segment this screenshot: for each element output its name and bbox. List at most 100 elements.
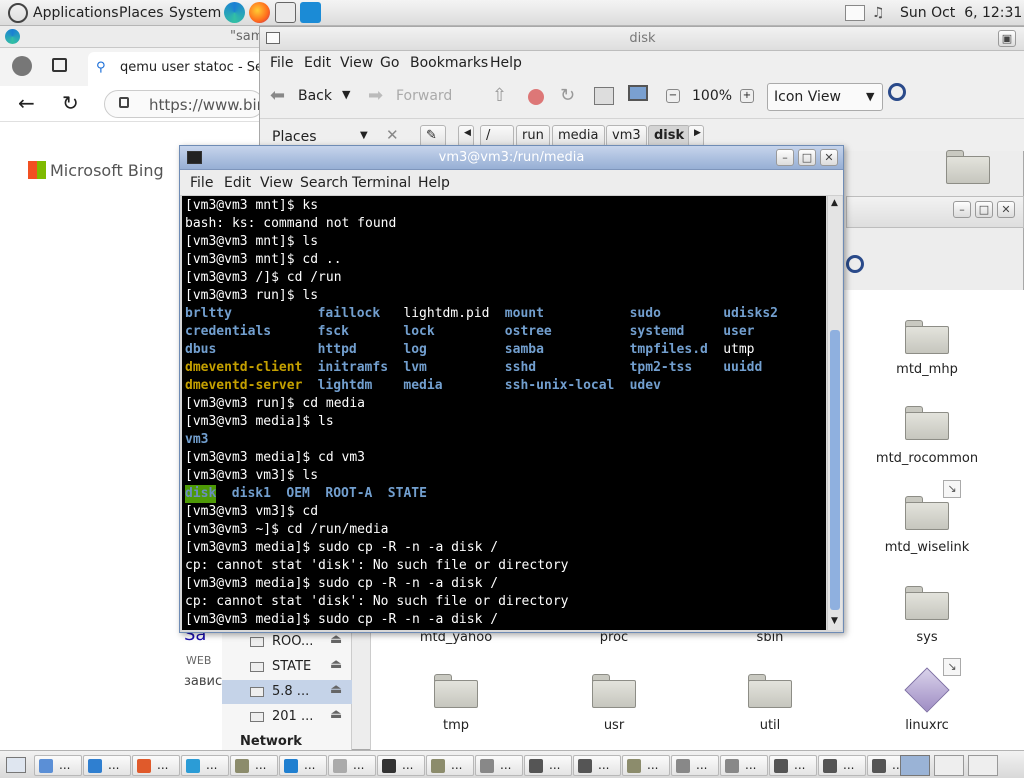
breadcrumb-right-arrow[interactable]: ▶ [688,125,704,147]
folder-label[interactable]: tmp [391,718,521,733]
scroll-down-icon[interactable]: ▼ [831,616,838,626]
terminal-titlebar[interactable]: vm3@vm3:/run/media – □ ✕ [180,146,843,170]
forward-button[interactable]: Forward [396,88,452,104]
show-desktop-icon[interactable] [6,757,26,773]
address-bar[interactable]: https://www.bin [104,90,266,118]
fm-menu-go[interactable]: Go [380,55,399,71]
workspace-switcher-3[interactable] [968,755,998,776]
taskbar-item[interactable]: ... [573,755,621,776]
taskbar-item[interactable]: ... [181,755,229,776]
view-mode-select[interactable]: Icon View ▼ [767,83,883,111]
folder-icon[interactable] [434,674,478,708]
breadcrumb-run[interactable]: run [516,125,550,147]
taskbar-item[interactable]: ... [377,755,425,776]
sidebar-item-root[interactable]: ROO... ⏏ [222,630,352,654]
sidebar-item-state[interactable]: STATE ⏏ [222,655,352,679]
terminal-menu-edit[interactable]: Edit [224,175,251,191]
breadcrumb-vm3[interactable]: vm3 [606,125,647,147]
terminal-menu-view[interactable]: View [260,175,293,191]
profile-icon[interactable] [12,56,32,76]
taskbar-item[interactable]: ... [230,755,278,776]
terminal-menu-terminal[interactable]: Terminal [352,175,411,191]
workspace-switcher-2[interactable] [934,755,964,776]
up-icon[interactable]: ⇧ [492,85,507,106]
folder-icon[interactable] [748,674,792,708]
zoom-out-icon[interactable]: − [666,89,680,103]
eject-icon[interactable]: ⏏ [330,707,342,722]
search-icon[interactable] [888,83,906,101]
firefox-icon[interactable] [249,2,270,23]
close-sidebar-icon[interactable]: ✕ [386,126,399,144]
eject-icon[interactable]: ⏏ [330,632,342,647]
terminal-menu-search[interactable]: Search [300,175,348,191]
forward-icon[interactable]: ➡ [368,85,383,106]
bing-label[interactable]: Microsoft Bing [50,161,164,180]
search-icon[interactable] [846,255,864,273]
scrollbar-thumb[interactable] [830,330,840,610]
terminal-menu-file[interactable]: File [190,175,213,191]
eject-icon[interactable]: ⏏ [330,682,342,697]
back-icon[interactable]: ⬅ [270,85,285,106]
fm-menu-file[interactable]: File [270,55,293,71]
win2-minimize-button[interactable]: – [953,201,971,218]
taskbar-item[interactable]: ... [720,755,768,776]
terminal-menu-help[interactable]: Help [418,175,450,191]
fm-menu-view[interactable]: View [340,55,373,71]
taskbar-item[interactable]: ... [132,755,180,776]
win2-maximize-button[interactable]: □ [975,201,993,218]
browser-tab[interactable]: ⚲ qemu user statoc - Searc [88,52,283,86]
places-dropdown-icon[interactable]: ▼ [360,130,368,141]
taskbar-item[interactable]: ... [426,755,474,776]
terminal-output[interactable]: [vm3@vm3 mnt]$ ks bash: ks: command not f… [182,196,826,630]
folder-icon[interactable] [905,320,949,354]
reload-fm-icon[interactable]: ↻ [560,85,575,106]
scroll-up-icon[interactable]: ▲ [831,198,838,208]
win2-close-button[interactable]: ✕ [997,201,1015,218]
zoom-in-icon[interactable]: + [740,89,754,103]
back-dropdown-icon[interactable]: ▼ [342,88,350,101]
fm-menu-help[interactable]: Help [490,55,522,71]
taskbar-item[interactable]: ... [524,755,572,776]
taskbar-item[interactable]: ... [475,755,523,776]
taskbar-item[interactable]: ... [818,755,866,776]
folder-label[interactable]: mtd_wiselink [862,540,992,555]
computer-icon[interactable] [628,85,648,101]
folder-icon[interactable] [592,674,636,708]
edge-dev-icon[interactable] [224,2,245,23]
folder-label[interactable]: util [705,718,835,733]
workspace-switcher[interactable] [900,755,930,776]
clock[interactable]: Sun Oct 6, 12:31 AM [900,5,1024,21]
breadcrumb-left-arrow[interactable]: ◀ [458,125,474,147]
breadcrumb-disk[interactable]: disk [648,125,691,147]
taskbar-item[interactable]: ... [83,755,131,776]
system-menu[interactable]: System [169,5,221,21]
folder-icon[interactable] [905,406,949,440]
reload-icon[interactable]: ↻ [62,91,79,115]
terminal-maximize-button[interactable]: □ [798,149,816,166]
taskbar-item[interactable]: ... [769,755,817,776]
folder-label[interactable]: sys [862,630,992,645]
folder-partial-icon[interactable] [946,150,990,184]
applications-menu[interactable]: Applications [33,5,119,21]
back-button[interactable]: Back [298,88,332,104]
folder-label[interactable]: mtd_rocommon [862,451,992,466]
gnome-foot-icon[interactable] [8,3,28,23]
terminal-scrollbar[interactable]: ▲ ▼ [827,196,842,630]
file-label[interactable]: linuxrc [862,718,992,733]
back-arrow-icon[interactable]: ← [18,91,35,115]
taskbar-item[interactable]: ... [279,755,327,776]
taskbar-item[interactable]: ... [34,755,82,776]
home-icon[interactable] [594,87,614,105]
taskbar-item[interactable]: ... [328,755,376,776]
edit-location-icon[interactable]: ✎ [420,125,446,147]
workspace-icon[interactable] [845,5,865,21]
places-menu[interactable]: Places [119,5,164,21]
sidebar-item-201[interactable]: 201 ... ⏏ [222,705,352,729]
folder-label[interactable]: mtd_mhp [862,362,992,377]
terminal-close-button[interactable]: ✕ [820,149,838,166]
places-label[interactable]: Places [272,129,317,145]
taskbar-item[interactable]: ... [671,755,719,776]
volume-icon[interactable]: ♫ [872,5,885,21]
breadcrumb-media[interactable]: media [552,125,605,147]
folder-label[interactable]: usr [549,718,679,733]
